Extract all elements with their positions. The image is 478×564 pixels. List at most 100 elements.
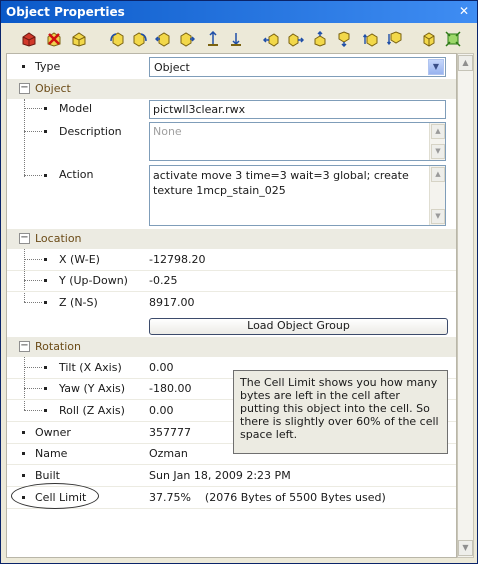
snap-up-icon[interactable] xyxy=(205,31,221,47)
model-input[interactable]: pictwll3clear.rwx xyxy=(149,100,446,119)
tree-line xyxy=(24,99,25,177)
type-select-value: Object xyxy=(154,61,190,74)
raise-icon[interactable] xyxy=(363,31,379,47)
move-forward-icon[interactable] xyxy=(312,31,328,47)
title-bar[interactable]: Object Properties ✕ xyxy=(1,1,477,23)
z-label: Z (N-S) xyxy=(59,296,98,309)
bullet-icon xyxy=(22,474,25,477)
bullet-icon xyxy=(44,130,47,133)
close-icon[interactable]: ✕ xyxy=(456,3,472,19)
category-object[interactable]: − Object xyxy=(7,79,456,99)
action-value: activate move 3 time=3 wait=3 global; cr… xyxy=(153,169,409,197)
object-properties-window: Object Properties ✕ Type Object ▼ − Obje… xyxy=(0,0,478,564)
tilt-label: Tilt (X Axis) xyxy=(59,361,122,374)
description-textarea[interactable]: None ▲ ▼ xyxy=(149,122,446,161)
y-label: Y (Up-Down) xyxy=(59,274,128,287)
category-location-label: Location xyxy=(35,232,82,245)
rotate-right-icon[interactable] xyxy=(132,31,148,47)
model-value: pictwll3clear.rwx xyxy=(153,103,246,116)
bullet-icon xyxy=(44,387,47,390)
description-scrollbar[interactable]: ▲ ▼ xyxy=(429,123,445,160)
x-value[interactable]: -12798.20 xyxy=(149,253,205,266)
annotation-callout: The Cell Limit shows you how many bytes … xyxy=(233,370,448,454)
bullet-icon xyxy=(44,409,47,412)
chevron-down-icon[interactable]: ▼ xyxy=(428,59,444,75)
property-grid-scrollbar[interactable]: ▲ ▼ xyxy=(457,53,474,558)
row-separator xyxy=(7,270,456,271)
scroll-down-icon[interactable]: ▼ xyxy=(458,540,473,556)
owner-label: Owner xyxy=(35,426,71,439)
snap-down-icon[interactable] xyxy=(228,31,244,47)
tilt-back-icon[interactable] xyxy=(179,31,195,47)
object-group-icon[interactable] xyxy=(421,31,437,47)
category-rotation-label: Rotation xyxy=(35,340,82,353)
toolbar xyxy=(1,23,477,53)
tree-line xyxy=(24,175,42,176)
roll-label: Roll (Z Axis) xyxy=(59,404,125,417)
tree-line xyxy=(24,259,42,260)
rotate-left-icon[interactable] xyxy=(109,31,125,47)
tilt-value[interactable]: 0.00 xyxy=(149,361,174,374)
tree-line xyxy=(24,131,42,132)
y-value[interactable]: -0.25 xyxy=(149,274,177,287)
roll-value[interactable]: 0.00 xyxy=(149,404,174,417)
category-location[interactable]: − Location xyxy=(7,229,456,249)
property-grid: Type Object ▼ − Object Model pictwll3cle… xyxy=(6,53,457,558)
category-object-label: Object xyxy=(35,82,71,95)
row-separator xyxy=(7,508,456,509)
collapse-toggle-icon[interactable]: − xyxy=(19,341,30,352)
collapse-toggle-icon[interactable]: − xyxy=(19,233,30,244)
create-object-icon[interactable] xyxy=(21,31,37,47)
collapse-toggle-icon[interactable]: − xyxy=(19,83,30,94)
load-object-group-button[interactable]: Load Object Group xyxy=(149,318,448,335)
tree-line xyxy=(24,280,42,281)
tree-line xyxy=(24,410,42,411)
bullet-icon xyxy=(44,107,47,110)
type-select[interactable]: Object ▼ xyxy=(149,57,446,77)
tree-line xyxy=(24,367,42,368)
built-label: Built xyxy=(35,469,60,482)
model-label: Model xyxy=(59,102,93,115)
z-value[interactable]: 8917.00 xyxy=(149,296,195,309)
row-separator xyxy=(7,464,456,465)
scroll-up-icon[interactable]: ▲ xyxy=(458,55,473,71)
bullet-icon xyxy=(44,258,47,261)
bullet-icon xyxy=(22,65,25,68)
name-value[interactable]: Ozman xyxy=(149,447,188,460)
yaw-label: Yaw (Y Axis) xyxy=(59,382,126,395)
built-value[interactable]: Sun Jan 18, 2009 2:23 PM xyxy=(149,469,291,482)
tree-line xyxy=(24,249,25,302)
delete-object-icon[interactable] xyxy=(46,31,62,47)
window-title: Object Properties xyxy=(6,5,125,19)
cell-limit-value[interactable]: 37.75% (2076 Bytes of 5500 Bytes used) xyxy=(149,491,386,504)
lower-icon[interactable] xyxy=(387,31,403,47)
name-label: Name xyxy=(35,447,68,460)
action-textarea[interactable]: activate move 3 time=3 wait=3 global; cr… xyxy=(149,165,446,226)
scroll-down-icon[interactable]: ▼ xyxy=(431,209,445,224)
move-left-icon[interactable] xyxy=(263,31,279,47)
tree-line xyxy=(24,302,42,303)
select-all-icon[interactable] xyxy=(445,31,461,47)
scroll-up-icon[interactable]: ▲ xyxy=(431,167,445,182)
move-back-icon[interactable] xyxy=(336,31,352,47)
row-separator xyxy=(7,291,456,292)
duplicate-object-icon[interactable] xyxy=(71,31,87,47)
bullet-icon xyxy=(22,452,25,455)
move-right-icon[interactable] xyxy=(288,31,304,47)
bullet-icon xyxy=(44,174,47,177)
scroll-down-icon[interactable]: ▼ xyxy=(431,144,445,159)
action-scrollbar[interactable]: ▲ ▼ xyxy=(429,166,445,225)
scroll-up-icon[interactable]: ▲ xyxy=(431,124,445,139)
tree-line xyxy=(24,388,42,389)
yaw-value[interactable]: -180.00 xyxy=(149,382,191,395)
type-label: Type xyxy=(35,60,61,73)
owner-value[interactable]: 357777 xyxy=(149,426,191,439)
tilt-forward-icon[interactable] xyxy=(155,31,171,47)
description-label: Description xyxy=(59,125,122,138)
category-rotation[interactable]: − Rotation xyxy=(7,337,456,357)
bullet-icon xyxy=(44,366,47,369)
bullet-icon xyxy=(44,301,47,304)
bullet-icon xyxy=(44,279,47,282)
action-label: Action xyxy=(59,168,94,181)
cell-limit-highlight-ellipse xyxy=(11,483,99,509)
